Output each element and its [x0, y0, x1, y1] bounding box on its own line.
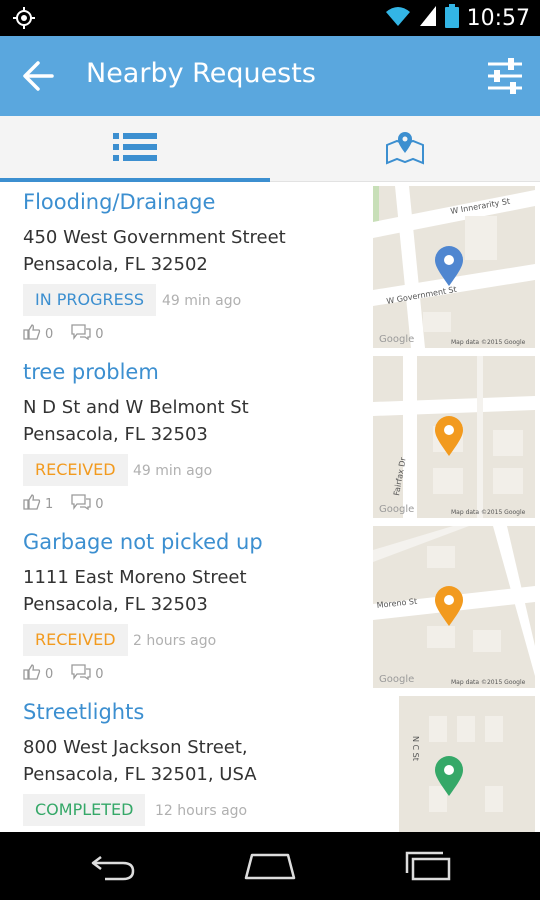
tab-map[interactable]: [270, 116, 540, 182]
comment-icon: [71, 494, 91, 514]
time-ago: 12 hours ago: [155, 803, 248, 819]
map-attribution: Map data ©2015 Google: [451, 339, 526, 346]
wifi-icon: [385, 5, 411, 31]
request-stats: 0 0: [23, 324, 122, 344]
home-nav-icon[interactable]: [240, 846, 300, 886]
status-bar: 10:57: [0, 0, 540, 36]
status-badge: COMPLETED: [23, 794, 146, 826]
request-address-line2: Pensacola, FL 32503: [23, 594, 208, 615]
request-address-line2: Pensacola, FL 32501, USA: [23, 764, 257, 785]
comment-icon: [71, 664, 91, 684]
time-ago: 49 min ago: [162, 293, 242, 309]
thumbs-up-icon: [23, 494, 41, 514]
time-ago: 2 hours ago: [133, 633, 217, 649]
list-item[interactable]: Flooding/Drainage 450 West Government St…: [0, 182, 540, 352]
location-icon: [12, 6, 36, 34]
recents-nav-icon[interactable]: [398, 846, 458, 886]
request-address-line2: Pensacola, FL 32502: [23, 254, 208, 275]
votes-count: 1: [45, 496, 54, 512]
back-nav-icon[interactable]: [82, 846, 142, 886]
votes-group[interactable]: 1: [23, 494, 53, 514]
request-address-line1: N D St and W Belmont St: [23, 397, 249, 418]
status-badge: RECEIVED: [23, 624, 128, 656]
app-bar: Nearby Requests: [0, 36, 540, 116]
comments-count: 0: [95, 326, 104, 342]
google-logo: Google: [379, 504, 414, 515]
signal-icon: [419, 5, 437, 31]
google-logo: Google: [379, 334, 414, 345]
map-thumbnail[interactable]: N C St: [373, 696, 535, 832]
votes-group[interactable]: 0: [23, 324, 53, 344]
status-time: 10:57: [466, 5, 530, 31]
comments-group[interactable]: 0: [71, 664, 104, 684]
status-badge: IN PROGRESS: [23, 284, 157, 316]
page-title: Nearby Requests: [86, 58, 316, 89]
map-attribution: Map data ©2015 Google: [451, 679, 526, 686]
time-ago: 49 min ago: [133, 463, 213, 479]
comments-group[interactable]: 0: [71, 324, 104, 344]
comments-group[interactable]: 0: [71, 494, 104, 514]
request-address-line2: Pensacola, FL 32503: [23, 424, 208, 445]
comments-count: 0: [95, 666, 104, 682]
battery-icon: [444, 4, 459, 32]
list-item[interactable]: Streetlights 800 West Jackson Street, Pe…: [0, 692, 540, 832]
list-icon: [113, 131, 157, 167]
comment-icon: [71, 324, 91, 344]
request-address-line1: 450 West Government Street: [23, 227, 286, 248]
map-pin-icon: [385, 129, 425, 169]
request-list[interactable]: Flooding/Drainage 450 West Government St…: [0, 182, 540, 832]
request-address-line1: 800 West Jackson Street,: [23, 737, 248, 758]
votes-count: 0: [45, 666, 54, 682]
sliders-icon[interactable]: [486, 56, 524, 100]
request-title[interactable]: Flooding/Drainage: [23, 190, 215, 214]
thumbs-up-icon: [23, 664, 41, 684]
map-attribution: Map data ©2015 Google: [451, 509, 526, 516]
request-title[interactable]: Garbage not picked up: [23, 530, 263, 554]
google-logo: Google: [379, 674, 414, 685]
map-thumbnail[interactable]: Moreno St Google Map data ©2015 Google: [373, 526, 535, 688]
system-nav-bar: [0, 832, 540, 900]
map-thumbnail[interactable]: Fairfax Dr Google Map data ©2015 Google: [373, 356, 535, 518]
votes-group[interactable]: 0: [23, 664, 53, 684]
map-street-label: N C St: [411, 736, 420, 761]
tab-list[interactable]: [0, 116, 270, 182]
map-thumbnail[interactable]: W Innerarity St W Government St Google M…: [373, 186, 535, 348]
list-item[interactable]: tree problem N D St and W Belmont St Pen…: [0, 352, 540, 522]
list-item[interactable]: Garbage not picked up 1111 East Moreno S…: [0, 522, 540, 692]
view-tabs: [0, 116, 540, 182]
request-stats: 1 0: [23, 494, 122, 514]
comments-count: 0: [95, 496, 104, 512]
request-stats: 0 0: [23, 664, 122, 684]
votes-count: 0: [45, 326, 54, 342]
request-address-line1: 1111 East Moreno Street: [23, 567, 247, 588]
request-title[interactable]: Streetlights: [23, 700, 144, 724]
status-badge: RECEIVED: [23, 454, 128, 486]
arrow-left-icon[interactable]: [22, 60, 56, 96]
thumbs-up-icon: [23, 324, 41, 344]
request-title[interactable]: tree problem: [23, 360, 159, 384]
